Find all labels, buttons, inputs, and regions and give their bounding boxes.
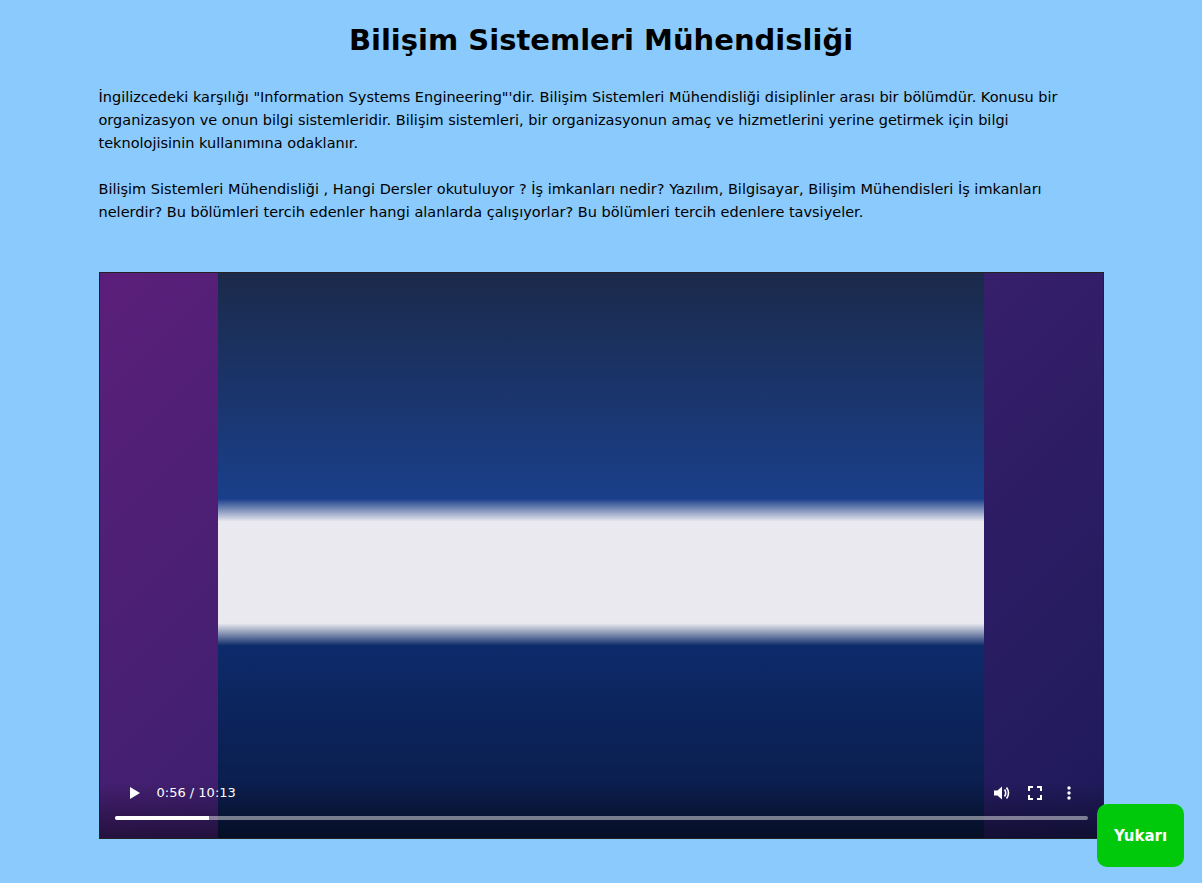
fullscreen-icon — [1027, 785, 1043, 801]
video-controls: 0:56 / 10:13 — [100, 782, 1103, 838]
more-button[interactable] — [1058, 782, 1080, 804]
paragraph: İngilizcedeki karşılığı "Information Sys… — [99, 86, 1104, 155]
volume-button[interactable] — [990, 782, 1012, 804]
video-player[interactable]: 0:56 / 10:13 — [99, 272, 1104, 839]
volume-icon — [992, 784, 1010, 802]
page: Bilişim Sistemleri Mühendisliği İngilizce… — [99, 0, 1104, 879]
paragraph: Bilişim Sistemleri Mühendisliği , Hangi … — [99, 178, 1104, 224]
scroll-top-button[interactable]: Yukarı — [1097, 804, 1184, 867]
progress-fill — [115, 816, 209, 820]
play-icon — [126, 785, 142, 801]
fullscreen-button[interactable] — [1024, 782, 1046, 804]
play-button[interactable] — [123, 782, 145, 804]
video-frame — [218, 273, 984, 838]
page-title: Bilişim Sistemleri Mühendisliği — [99, 22, 1104, 60]
progress-bar[interactable] — [115, 816, 1088, 820]
video-time: 0:56 / 10:13 — [157, 785, 978, 800]
more-icon — [1061, 785, 1077, 801]
controls-row: 0:56 / 10:13 — [115, 782, 1088, 804]
